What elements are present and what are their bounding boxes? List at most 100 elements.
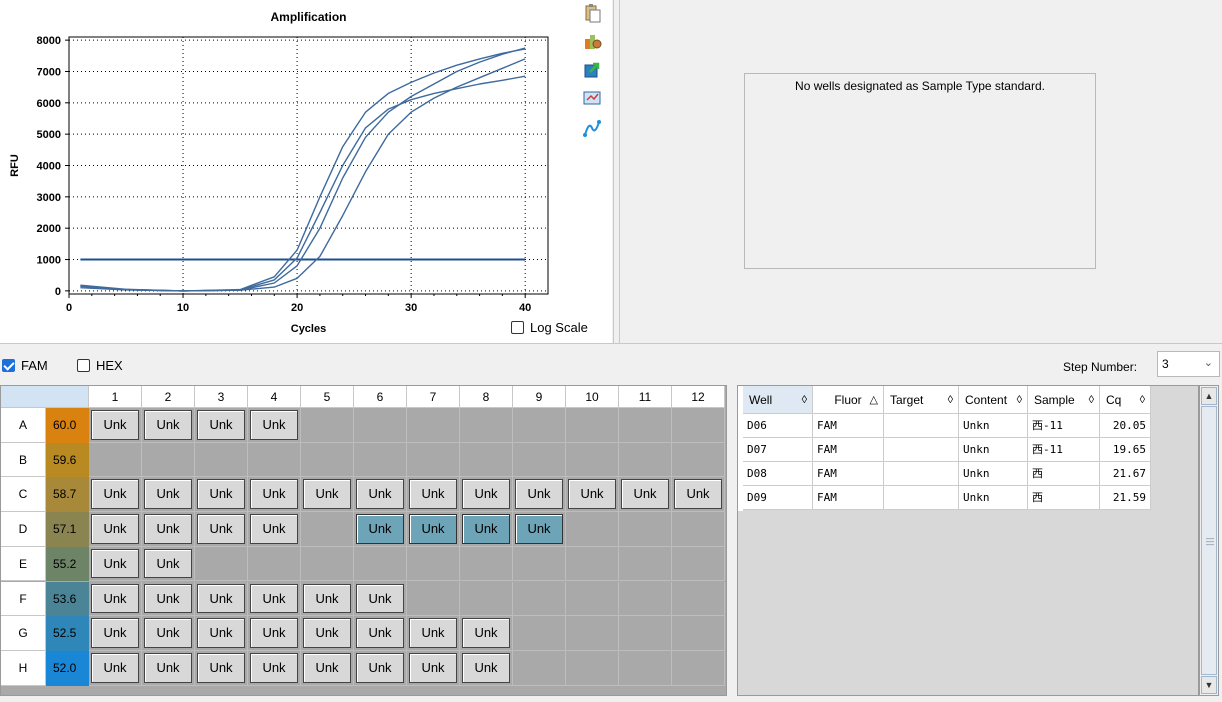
- well-content-label[interactable]: Unk: [462, 618, 510, 648]
- sort-icon[interactable]: ◊: [1140, 386, 1145, 414]
- well-H8[interactable]: Unk: [460, 650, 513, 686]
- well-C4[interactable]: Unk: [248, 477, 301, 513]
- well-G3[interactable]: Unk: [195, 616, 248, 651]
- column-header-cq[interactable]: Cq ◊: [1100, 386, 1151, 414]
- well-G5[interactable]: Unk: [301, 616, 354, 651]
- well-content-label[interactable]: Unk: [197, 479, 245, 510]
- well-content-label[interactable]: Unk: [356, 479, 404, 510]
- well-G2[interactable]: Unk: [142, 616, 195, 651]
- well-G6[interactable]: Unk: [354, 616, 407, 651]
- row-header-D[interactable]: D: [1, 512, 46, 547]
- well-A5[interactable]: [301, 408, 354, 443]
- well-E7[interactable]: [407, 546, 460, 582]
- well-H12[interactable]: [672, 650, 725, 686]
- well-E11[interactable]: [619, 546, 672, 582]
- log-scale-toggle[interactable]: Log Scale: [511, 318, 588, 336]
- column-header-6[interactable]: 6: [354, 386, 407, 408]
- well-B8[interactable]: [460, 442, 513, 478]
- well-A2[interactable]: Unk: [142, 408, 195, 443]
- well-F3[interactable]: Unk: [195, 581, 248, 617]
- well-content-label[interactable]: Unk: [674, 479, 722, 510]
- well-D11[interactable]: [619, 512, 672, 547]
- well-C10[interactable]: Unk: [566, 477, 619, 513]
- well-B7[interactable]: [407, 442, 460, 478]
- well-H11[interactable]: [619, 650, 672, 686]
- well-A10[interactable]: [566, 408, 619, 443]
- column-header-well[interactable]: Well ◊: [743, 386, 813, 414]
- column-header-5[interactable]: 5: [301, 386, 354, 408]
- well-F9[interactable]: [513, 581, 566, 617]
- well-F6[interactable]: Unk: [354, 581, 407, 617]
- well-content-label[interactable]: Unk: [250, 652, 298, 683]
- sample-cell[interactable]: 西-11: [1028, 438, 1100, 462]
- well-D10[interactable]: [566, 512, 619, 547]
- well-C6[interactable]: Unk: [354, 477, 407, 513]
- well-E12[interactable]: [672, 546, 725, 582]
- well-C8[interactable]: Unk: [460, 477, 513, 513]
- well-content-label[interactable]: Unk: [515, 479, 563, 510]
- well-F2[interactable]: Unk: [142, 581, 195, 617]
- well-A11[interactable]: [619, 408, 672, 443]
- column-header-7[interactable]: 7: [407, 386, 460, 408]
- content-cell[interactable]: Unkn: [959, 486, 1028, 510]
- well-content-label[interactable]: Unk: [91, 514, 139, 544]
- well-D2[interactable]: Unk: [142, 512, 195, 547]
- column-header-10[interactable]: 10: [566, 386, 619, 408]
- sort-icon[interactable]: ◊: [948, 386, 953, 414]
- well-A1[interactable]: Unk: [89, 408, 142, 443]
- well-content-label[interactable]: Unk: [91, 548, 139, 579]
- sort-icon[interactable]: △: [870, 386, 878, 414]
- well-F7[interactable]: [407, 581, 460, 617]
- well-C11[interactable]: Unk: [619, 477, 672, 513]
- target-cell[interactable]: [884, 462, 959, 486]
- plate-table-splitter[interactable]: [728, 385, 737, 696]
- well-B10[interactable]: [566, 442, 619, 478]
- target-cell[interactable]: [884, 414, 959, 438]
- well-H7[interactable]: Unk: [407, 650, 460, 686]
- column-header-3[interactable]: 3: [195, 386, 248, 408]
- column-header-fluor[interactable]: Fluor △: [813, 386, 884, 414]
- well-B3[interactable]: [195, 442, 248, 478]
- fluor-hex-toggle[interactable]: HEX: [77, 358, 123, 373]
- content-cell[interactable]: Unkn: [959, 462, 1028, 486]
- column-header-11[interactable]: 11: [619, 386, 672, 408]
- fam-checkbox[interactable]: [2, 359, 15, 372]
- well-D6[interactable]: Unk: [354, 512, 407, 547]
- well-content-label[interactable]: Unk: [462, 479, 510, 510]
- well-D7[interactable]: Unk: [407, 512, 460, 547]
- fluor-cell[interactable]: FAM: [813, 438, 884, 462]
- well-C7[interactable]: Unk: [407, 477, 460, 513]
- column-header-target[interactable]: Target ◊: [884, 386, 959, 414]
- well-C3[interactable]: Unk: [195, 477, 248, 513]
- well-content-label[interactable]: Unk: [409, 618, 457, 648]
- well-content-label[interactable]: Unk: [144, 583, 192, 614]
- well-content-label[interactable]: Unk: [197, 618, 245, 648]
- scroll-down-icon[interactable]: ▼: [1201, 676, 1217, 694]
- well-content-label[interactable]: Unk: [144, 410, 192, 440]
- well-H3[interactable]: Unk: [195, 650, 248, 686]
- well-content-label[interactable]: Unk: [250, 583, 298, 614]
- clipboard-icon[interactable]: [582, 3, 602, 23]
- cq-cell[interactable]: 19.65: [1100, 438, 1151, 462]
- well-E9[interactable]: [513, 546, 566, 582]
- scroll-up-icon[interactable]: ▲: [1201, 387, 1217, 405]
- well-content-label[interactable]: Unk: [144, 548, 192, 579]
- well-H9[interactable]: [513, 650, 566, 686]
- well-content-label[interactable]: Unk: [462, 514, 510, 544]
- row-header-B[interactable]: B: [1, 442, 46, 478]
- row-header-A[interactable]: A: [1, 408, 46, 443]
- well-content-label[interactable]: Unk: [144, 514, 192, 544]
- well-content-label[interactable]: Unk: [91, 652, 139, 683]
- row-header-G[interactable]: G: [1, 616, 46, 651]
- well-F12[interactable]: [672, 581, 725, 617]
- well-F10[interactable]: [566, 581, 619, 617]
- well-cell[interactable]: D06: [743, 414, 813, 438]
- zoom-icon[interactable]: [582, 88, 602, 108]
- well-G10[interactable]: [566, 616, 619, 651]
- horizontal-splitter[interactable]: [0, 343, 1222, 349]
- sample-cell[interactable]: 西: [1028, 462, 1100, 486]
- sort-icon[interactable]: ◊: [1017, 386, 1022, 414]
- well-H4[interactable]: Unk: [248, 650, 301, 686]
- well-cell[interactable]: D09: [743, 486, 813, 510]
- well-G11[interactable]: [619, 616, 672, 651]
